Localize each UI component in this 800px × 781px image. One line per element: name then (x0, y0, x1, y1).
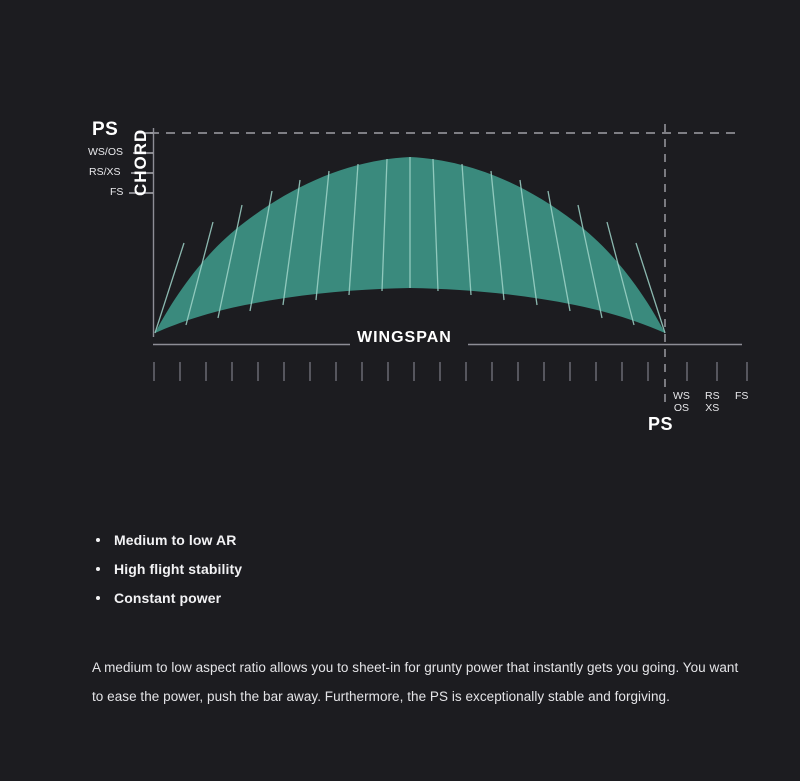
x-tick-label-rsxs-line2: XS (705, 402, 720, 414)
x-axis-ticks (153, 362, 649, 381)
y-tick-label-fs: FS (110, 186, 124, 198)
x-tick-label-rsxs: RS XS (705, 390, 720, 414)
wing-diagram-panel: PS WS/OS RS/XS FS CHORD WINGSPAN WS OS R… (0, 0, 800, 470)
x-tick-label-rsxs-line1: RS (705, 390, 720, 402)
y-tick-label-wsos: WS/OS (88, 146, 124, 158)
x-tick-label-wsos: WS OS (673, 390, 690, 414)
x-axis-ticks-right (686, 362, 748, 381)
y-axis-title: CHORD (131, 128, 150, 196)
description-paragraph: A medium to low aspect ratio allows you … (92, 659, 739, 704)
list-item: Medium to low AR (92, 532, 242, 548)
x-tick-label-fs-line1: FS (735, 390, 749, 402)
list-item: Constant power (92, 590, 242, 606)
list-item: High flight stability (92, 561, 242, 577)
x-axis-title: WINGSPAN (357, 329, 452, 346)
x-tick-label-wsos-line1: WS (673, 390, 690, 402)
y-tick-label-ps: PS (92, 119, 119, 140)
x-tick-label-fs: FS (735, 390, 748, 402)
x-axis-highlight-label-ps: PS (648, 414, 674, 434)
feature-bullet-list: Medium to low AR High flight stability C… (92, 532, 242, 619)
x-tick-label-wsos-line2: OS (673, 402, 690, 414)
y-tick-label-rsxs: RS/XS (89, 166, 121, 178)
